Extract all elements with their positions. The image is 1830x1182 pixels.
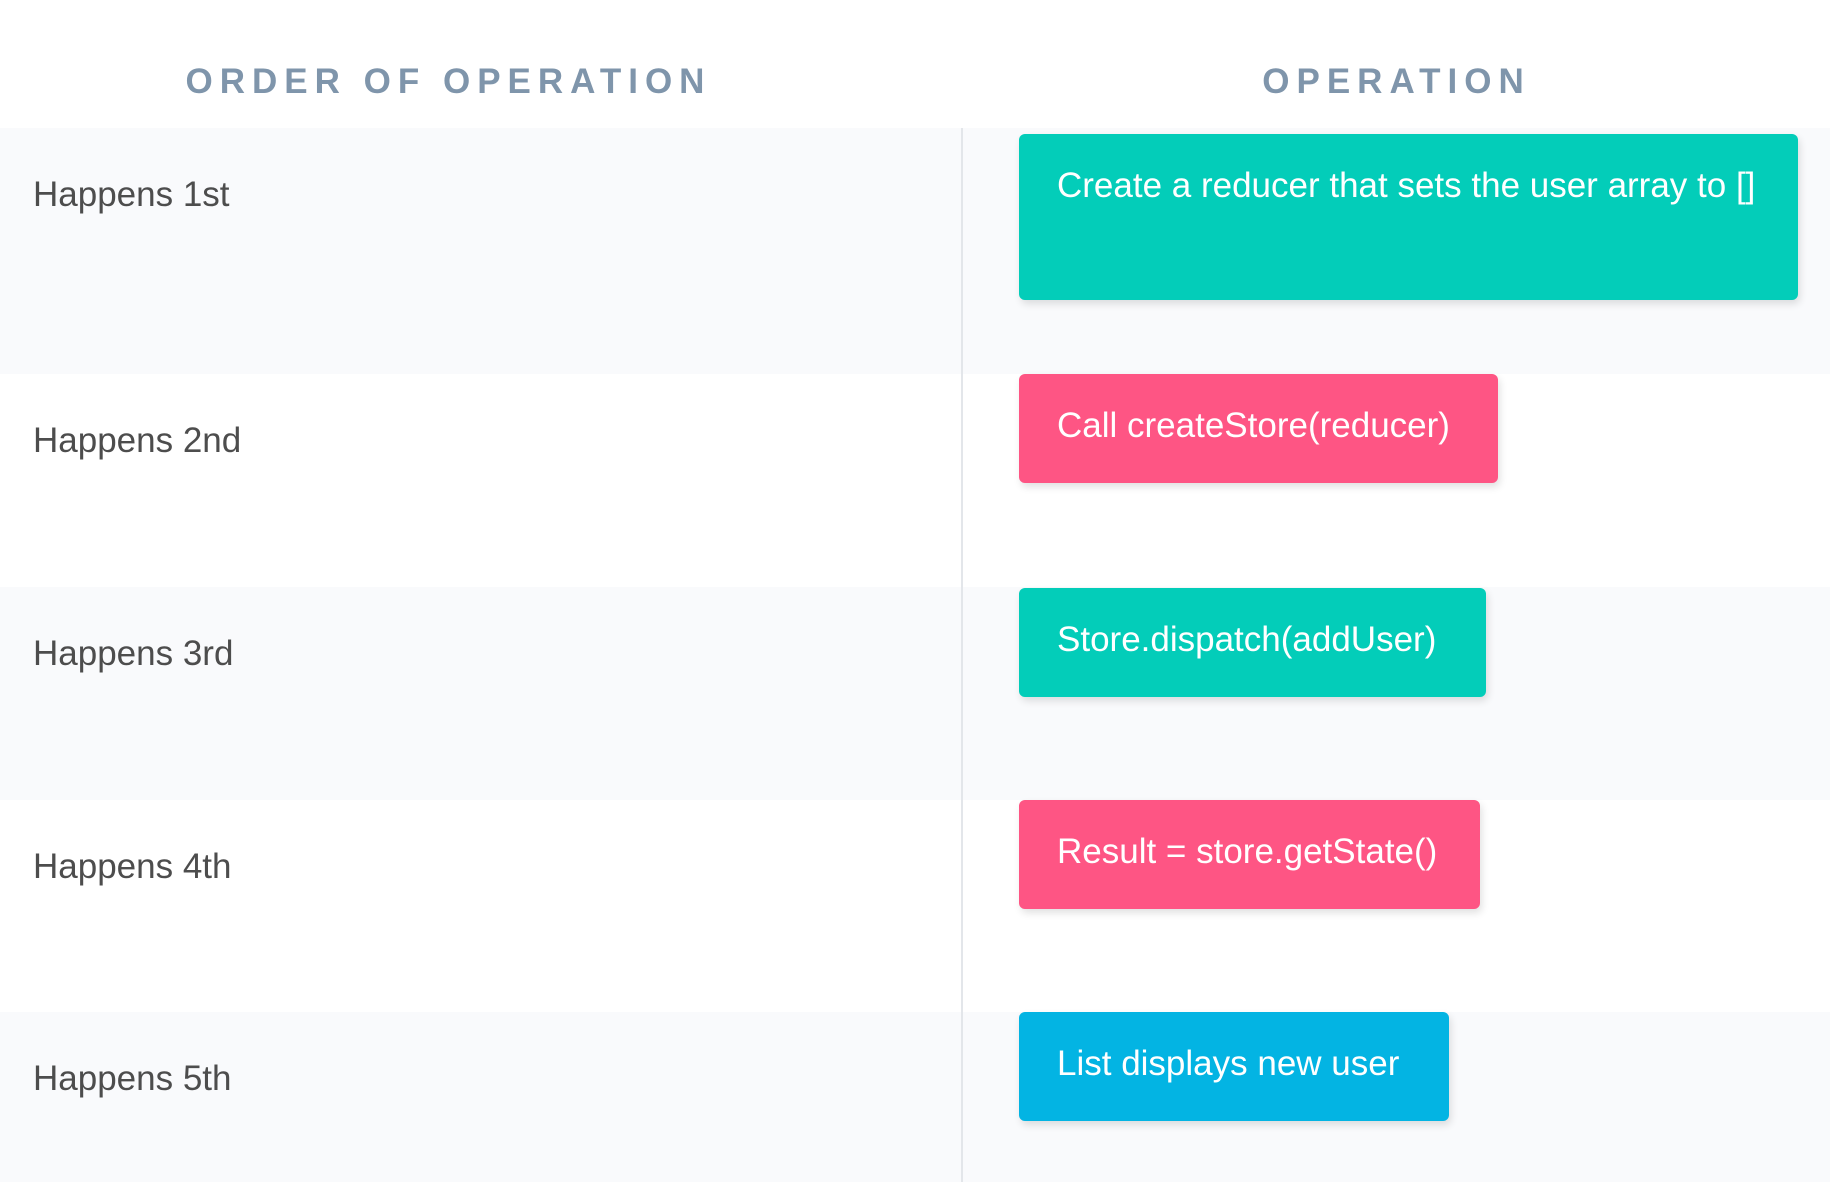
order-label: Happens 3rd [33,634,234,673]
table-row: Happens 2nd Call createStore(reducer) [0,374,1830,587]
table-row: Happens 5th List displays new user [0,1012,1830,1182]
operation-card: Create a reducer that sets the user arra… [1019,134,1798,300]
operation-card: Result = store.getState() [1019,800,1480,909]
order-column-header: ORDER OF OPERATION [185,62,712,101]
table-row: Happens 4th Result = store.getState() [0,800,1830,1012]
order-of-operation-table: ORDER OF OPERATION OPERATION Happens 1st… [0,0,1830,1182]
order-label: Happens 2nd [33,421,242,460]
operation-card: Call createStore(reducer) [1019,374,1498,483]
table-header: ORDER OF OPERATION OPERATION [0,0,1830,128]
operation-card: List displays new user [1019,1012,1449,1121]
order-label: Happens 1st [33,175,230,214]
operation-card: Store.dispatch(addUser) [1019,588,1486,697]
column-divider [961,128,963,1182]
order-label: Happens 4th [33,847,232,886]
table-row: Happens 1st Create a reducer that sets t… [0,128,1830,374]
table-row: Happens 3rd Store.dispatch(addUser) [0,587,1830,800]
operation-column-header: OPERATION [1262,62,1531,101]
order-label: Happens 5th [33,1059,232,1098]
